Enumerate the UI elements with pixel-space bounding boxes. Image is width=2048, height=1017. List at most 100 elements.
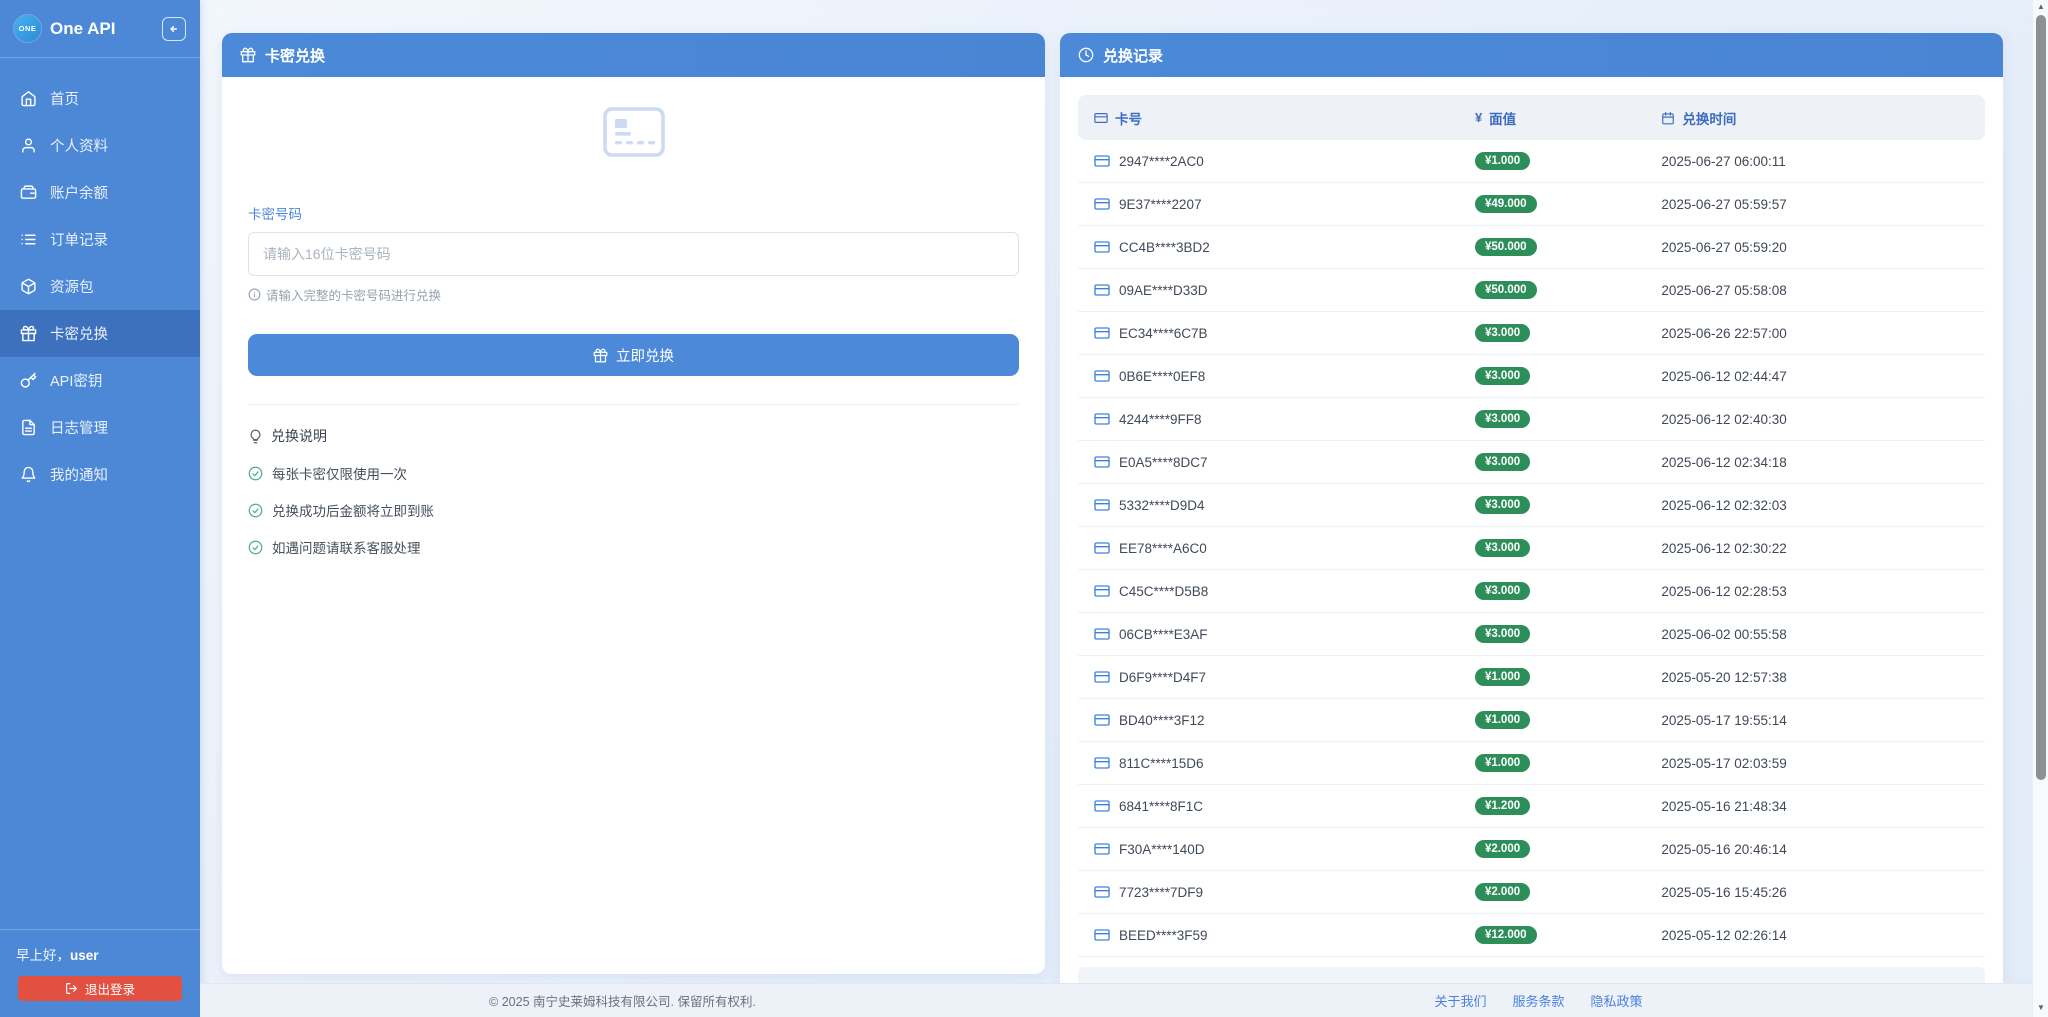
value-badge: ¥1.000 [1475, 711, 1530, 729]
card-number: 2947****2AC0 [1119, 154, 1204, 169]
card-number: D6F9****D4F7 [1119, 670, 1206, 685]
sidebar-item-label: 资源包 [50, 276, 94, 297]
value-badge: ¥2.000 [1475, 840, 1530, 858]
table-body: 2947****2AC0 ¥1.000 2025-06-27 06:00:11 … [1078, 140, 1985, 957]
footer-link[interactable]: 服务条款 [1512, 991, 1564, 1010]
redeem-time: 2025-06-27 05:59:20 [1649, 240, 1985, 255]
yen-icon: ¥ [1475, 110, 1482, 125]
value-badge: ¥2.000 [1475, 883, 1530, 901]
records-panel: 兑换记录 卡号 ¥ 面值 兑换时间 [1060, 33, 2003, 997]
check-circle-icon [248, 466, 263, 481]
table-row: 06CB****E3AF ¥3.000 2025-06-02 00:55:58 [1078, 613, 1985, 656]
note-item: 如遇问题请联系客服处理 [248, 537, 1019, 557]
redeem-panel-title: 卡密兑换 [265, 45, 325, 66]
sidebar-bottom: 早上好，user 退出登录 [0, 929, 200, 1017]
gift-icon [593, 348, 608, 363]
table-row: EE78****A6C0 ¥3.000 2025-06-12 02:30:22 [1078, 527, 1985, 570]
card-number: 09AE****D33D [1119, 283, 1208, 298]
package-icon [20, 278, 37, 295]
redeem-form: 卡密号码 请输入完整的卡密号码进行兑换 立即兑换 兑换说明 每张卡密 [222, 107, 1045, 557]
table-row: CC4B****3BD2 ¥50.000 2025-06-27 05:59:20 [1078, 226, 1985, 269]
card-icon [1094, 669, 1110, 685]
sidebar-item[interactable]: 首页 [0, 75, 200, 122]
value-badge: ¥1.000 [1475, 668, 1530, 686]
scrollbar-thumb[interactable] [2036, 15, 2046, 780]
table-row: BD40****3F12 ¥1.000 2025-05-17 19:55:14 [1078, 699, 1985, 742]
table-row: 9E37****2207 ¥49.000 2025-06-27 05:59:57 [1078, 183, 1985, 226]
table-row: C45C****D5B8 ¥3.000 2025-06-12 02:28:53 [1078, 570, 1985, 613]
value-badge: ¥3.000 [1475, 453, 1530, 471]
table-row: D6F9****D4F7 ¥1.000 2025-05-20 12:57:38 [1078, 656, 1985, 699]
table-row: 811C****15D6 ¥1.000 2025-05-17 02:03:59 [1078, 742, 1985, 785]
card-icon [1094, 196, 1110, 212]
card-icon [1094, 368, 1110, 384]
sidebar: ONE One API 首页 个人资料 账户余额 订单记录 [0, 0, 200, 1017]
table-row: 2947****2AC0 ¥1.000 2025-06-27 06:00:11 [1078, 140, 1985, 183]
card-icon [1094, 841, 1110, 857]
column-header-time: 兑换时间 [1649, 108, 1985, 128]
sidebar-item[interactable]: 日志管理 [0, 404, 200, 451]
value-badge: ¥1.000 [1475, 152, 1530, 170]
log-file-icon [20, 419, 37, 436]
sidebar-item-label: 首页 [50, 88, 79, 109]
sidebar-item-label: 卡密兑换 [50, 323, 108, 344]
sidebar-item[interactable]: 我的通知 [0, 451, 200, 498]
card-number: F30A****140D [1119, 842, 1205, 857]
note-item: 每张卡密仅限使用一次 [248, 463, 1019, 483]
sidebar-item[interactable]: API密钥 [0, 357, 200, 404]
redeem-time: 2025-06-27 05:58:08 [1649, 283, 1985, 298]
sidebar-item-label: 日志管理 [50, 417, 108, 438]
redeem-submit-button[interactable]: 立即兑换 [248, 334, 1019, 376]
sidebar-item[interactable]: 资源包 [0, 263, 200, 310]
user-icon [20, 137, 37, 154]
records-panel-header: 兑换记录 [1060, 33, 2003, 77]
footer-link[interactable]: 关于我们 [1434, 991, 1486, 1010]
footer-link[interactable]: 隐私政策 [1591, 991, 1643, 1010]
sidebar-item[interactable]: 卡密兑换 [0, 310, 200, 357]
redeem-time: 2025-06-26 22:57:00 [1649, 326, 1985, 341]
sidebar-item[interactable]: 订单记录 [0, 216, 200, 263]
sidebar-item[interactable]: 账户余额 [0, 169, 200, 216]
card-number: BD40****3F12 [1119, 713, 1205, 728]
card-number: 4244****9FF8 [1119, 412, 1202, 427]
value-badge: ¥3.000 [1475, 324, 1530, 342]
key-icon [20, 372, 37, 389]
redeem-time: 2025-05-17 02:03:59 [1649, 756, 1985, 771]
value-badge: ¥50.000 [1475, 281, 1537, 299]
copyright: © 2025 南宁史莱姆科技有限公司. 保留所有权利. [200, 991, 1045, 1010]
table-row: 4244****9FF8 ¥3.000 2025-06-12 02:40:30 [1078, 398, 1985, 441]
table-row: BEED****3F59 ¥12.000 2025-05-12 02:26:14 [1078, 914, 1985, 957]
logo-bar: ONE One API [0, 0, 200, 57]
info-icon [248, 288, 261, 301]
redeem-time: 2025-06-27 06:00:11 [1649, 154, 1985, 169]
redeem-time: 2025-06-27 05:59:57 [1649, 197, 1985, 212]
redeem-time: 2025-06-12 02:44:47 [1649, 369, 1985, 384]
redeem-time: 2025-06-12 02:28:53 [1649, 584, 1985, 599]
username: user [70, 948, 99, 963]
logout-button[interactable]: 退出登录 [18, 976, 182, 1001]
scroll-down-arrow-icon[interactable]: ▼ [2033, 1001, 2048, 1015]
value-badge: ¥1.000 [1475, 754, 1530, 772]
redeem-time: 2025-05-17 19:55:14 [1649, 713, 1985, 728]
vertical-scrollbar[interactable]: ▲ ▼ [2032, 0, 2048, 1017]
sidebar-item-label: 账户余额 [50, 182, 108, 203]
gift-icon [20, 325, 37, 342]
redeem-time: 2025-05-16 15:45:26 [1649, 885, 1985, 900]
lightbulb-icon [248, 429, 263, 444]
card-number: EC34****6C7B [1119, 326, 1208, 341]
code-input[interactable] [248, 232, 1019, 276]
gift-icon [240, 47, 256, 63]
card-icon [1094, 325, 1110, 341]
footer-links: 关于我们 服务条款 隐私政策 [1045, 991, 2032, 1010]
notes-title: 兑换说明 [248, 426, 1019, 446]
divider [248, 404, 1019, 405]
card-icon [1094, 540, 1110, 556]
app-logo: ONE [14, 15, 41, 42]
sidebar-item[interactable]: 个人资料 [0, 122, 200, 169]
sidebar-collapse-button[interactable] [162, 17, 186, 41]
table-row: E0A5****8DC7 ¥3.000 2025-06-12 02:34:18 [1078, 441, 1985, 484]
card-icon [1094, 239, 1110, 255]
scroll-up-arrow-icon[interactable]: ▲ [2033, 0, 2048, 14]
calendar-icon [1661, 111, 1675, 125]
card-number: 7723****7DF9 [1119, 885, 1203, 900]
